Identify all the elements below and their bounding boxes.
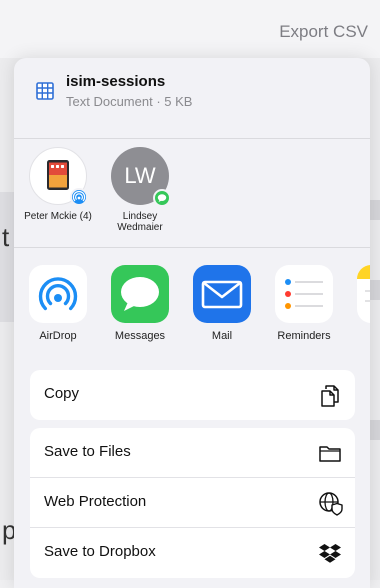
notes-icon [357, 265, 370, 323]
copy-group: Copy [30, 370, 355, 420]
background-text-fragment: t [2, 222, 10, 252]
airdrop-badge-icon [70, 188, 88, 206]
person-name: Lindsey Wedmaier [117, 211, 163, 233]
avatar: LW [111, 147, 171, 207]
apps-row: AirDrop Messages Mail Reminders [14, 248, 370, 360]
person-name: Peter Mckie (4) [24, 211, 92, 222]
app-airdrop[interactable]: AirDrop [22, 265, 94, 342]
background-strip [0, 192, 14, 322]
copy-action[interactable]: Copy [30, 370, 355, 420]
actions-group: Save to Files Web Protection Save to Dro… [30, 428, 355, 578]
save-to-dropbox-label: Save to Dropbox [44, 543, 156, 560]
web-protection-label: Web Protection [44, 493, 147, 510]
people-row: Peter Mckie (4) LW Lindsey Wedmaier [14, 139, 370, 248]
app-messages[interactable]: Messages [104, 265, 176, 342]
document-title: isim-sessions [66, 73, 166, 90]
messages-icon [111, 265, 169, 323]
folder-icon [319, 446, 341, 462]
avatar-initials: LW [124, 163, 156, 188]
app-reminders[interactable]: Reminders [268, 265, 340, 342]
globe-shield-icon [319, 492, 343, 516]
mail-icon [193, 265, 251, 323]
app-label: Mail [211, 330, 233, 342]
share-sheet: isim-sessions Text Document · 5 KB Peter… [14, 58, 370, 588]
background-toolbar: Export CSV [0, 0, 380, 58]
messages-badge-icon [153, 189, 171, 207]
person-peter-mckie[interactable]: Peter Mckie (4) [22, 147, 94, 222]
spreadsheet-icon [36, 82, 54, 100]
reminders-icon [275, 265, 333, 323]
app-next-partial[interactable] [350, 265, 370, 323]
background-edge [370, 200, 380, 220]
background-edge [370, 280, 380, 300]
app-label: Reminders [277, 330, 331, 342]
save-to-files-action[interactable]: Save to Files [30, 428, 355, 478]
web-protection-action[interactable]: Web Protection [30, 478, 355, 528]
copy-icon [321, 385, 339, 407]
share-header: isim-sessions Text Document · 5 KB [14, 58, 370, 139]
background-edge [370, 420, 380, 440]
app-mail[interactable]: Mail [186, 265, 258, 342]
airdrop-icon [29, 265, 87, 323]
device-avatar [29, 147, 88, 206]
app-label: Messages [114, 330, 166, 342]
person-lindsey-wedmaier[interactable]: LW Lindsey Wedmaier [104, 147, 176, 233]
save-to-files-label: Save to Files [44, 443, 131, 460]
dropbox-icon [319, 544, 341, 563]
save-to-dropbox-action[interactable]: Save to Dropbox [30, 528, 355, 578]
document-subtitle: Text Document · 5 KB [66, 94, 193, 109]
copy-label: Copy [44, 385, 80, 402]
export-csv-button[interactable]: Export CSV [279, 22, 368, 42]
app-label: AirDrop [39, 330, 77, 342]
